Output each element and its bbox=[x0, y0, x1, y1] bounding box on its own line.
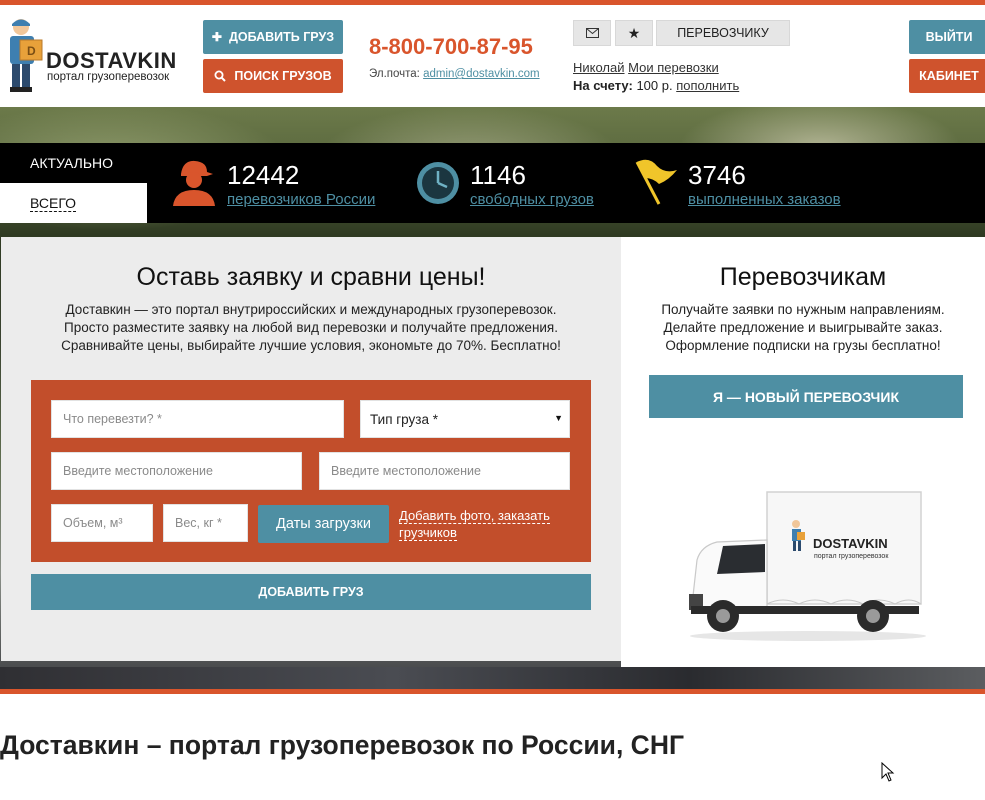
balance-value: 100 р. bbox=[636, 78, 673, 93]
carriers-title: Перевозчикам bbox=[719, 263, 887, 291]
carriers-link[interactable]: перевозчиков России bbox=[227, 191, 375, 208]
email-label: Эл.почта: bbox=[369, 68, 420, 80]
site-logo[interactable]: D DOSTAVKIN портал грузоперевозок bbox=[2, 14, 182, 96]
truck-tagline: портал грузоперевозок bbox=[814, 553, 889, 560]
carriers-desc-line-2: Делайте предложение и выигрывайте заказ. bbox=[663, 320, 943, 335]
top-up-link[interactable]: пополнить bbox=[676, 78, 739, 93]
favorites-button[interactable]: ★ bbox=[615, 20, 653, 46]
volume-input[interactable]: Объем, м³ bbox=[51, 504, 153, 542]
driver-icon bbox=[173, 160, 215, 206]
truck-brand: DOSTAVKIN bbox=[813, 536, 888, 551]
free-cargo-count: 1146 bbox=[470, 160, 526, 190]
carriers-desc-line-1: Получайте заявки по нужным направлениям. bbox=[661, 302, 945, 317]
caret-down-icon: ▼ bbox=[554, 413, 563, 423]
request-desc-line-1: Доставкин — это портал внутрироссийских … bbox=[65, 302, 557, 317]
hero-bottom-accent bbox=[0, 689, 985, 694]
road-photo-strip bbox=[0, 667, 985, 690]
submit-cargo-button[interactable]: ДОБАВИТЬ ГРУЗ bbox=[31, 574, 591, 610]
tab-all[interactable]: ВСЕГО bbox=[0, 183, 147, 223]
cargo-type-value: Тип груза * bbox=[370, 411, 438, 427]
cabinet-label: КАБИНЕТ bbox=[919, 69, 979, 83]
add-cargo-label: ДОБАВИТЬ ГРУЗ bbox=[228, 30, 335, 44]
carriers-count: 12442 bbox=[227, 160, 300, 190]
logout-label: ВЫЙТИ bbox=[925, 30, 973, 44]
tab-current[interactable]: АКТУАЛЬНО bbox=[0, 143, 147, 183]
email-link[interactable]: admin@dostavkin.com bbox=[423, 68, 540, 80]
completed-orders-link[interactable]: выполненных заказов bbox=[688, 191, 841, 208]
request-desc-line-3: Сравнивайте цены, выбирайте лучшие услов… bbox=[61, 338, 561, 353]
flag-icon bbox=[635, 159, 677, 205]
mover-with-box-icon: D bbox=[10, 19, 43, 92]
truck-illustration: DOSTAVKIN портал грузоперевозок bbox=[689, 491, 926, 641]
clock-icon bbox=[417, 162, 459, 204]
loading-dates-button[interactable]: Даты загрузки bbox=[258, 505, 389, 543]
user-name-link[interactable]: Николай bbox=[573, 60, 625, 75]
logo-tagline: портал грузоперевозок bbox=[47, 71, 170, 83]
search-icon bbox=[214, 70, 227, 82]
completed-orders-count: 3746 bbox=[688, 160, 746, 190]
add-cargo-button[interactable]: ✚ ДОБАВИТЬ ГРУЗ bbox=[203, 20, 343, 54]
star-icon: ★ bbox=[627, 24, 641, 41]
what-to-transport-input[interactable]: Что перевезти? * bbox=[51, 400, 344, 438]
mouse-cursor-icon bbox=[881, 762, 895, 782]
add-photo-label: Добавить фото, заказать грузчиков bbox=[399, 508, 550, 541]
user-line: Николай Мои перевозки bbox=[573, 60, 719, 75]
free-cargo-link[interactable]: свободных грузов bbox=[470, 191, 594, 208]
request-desc-line-2: Просто разместите заявку на любой вид пе… bbox=[64, 320, 558, 335]
to-location-input[interactable]: Введите местоположение bbox=[319, 452, 570, 490]
carrier-menu-button[interactable]: ПЕРЕВОЗЧИКУ bbox=[656, 20, 790, 46]
balance-line: На счету: 100 р. пополнить bbox=[573, 78, 739, 93]
envelope-icon bbox=[585, 28, 599, 38]
add-photo-link[interactable]: Добавить фото, заказать грузчиков bbox=[399, 507, 579, 541]
tab-all-label: ВСЕГО bbox=[30, 194, 77, 212]
messages-button[interactable] bbox=[573, 20, 611, 46]
plus-icon: ✚ bbox=[211, 30, 222, 44]
request-title: Оставь заявку и сравни цены! bbox=[136, 263, 486, 291]
from-location-input[interactable]: Введите местоположение bbox=[51, 452, 302, 490]
my-transports-link[interactable]: Мои перевозки bbox=[628, 60, 719, 75]
balance-label: На счету: bbox=[573, 78, 633, 93]
tab-current-label: АКТУАЛЬНО bbox=[30, 155, 114, 171]
page-heading: Доставкин – портал грузоперевозок по Рос… bbox=[0, 730, 684, 760]
carrier-menu-label: ПЕРЕВОЗЧИКУ bbox=[677, 26, 769, 40]
logout-button[interactable]: ВЫЙТИ bbox=[909, 20, 985, 54]
search-cargo-button[interactable]: ПОИСК ГРУЗОВ bbox=[203, 59, 343, 93]
carriers-desc-line-3: Оформление подписки на грузы бесплатно! bbox=[665, 338, 941, 353]
phone-number[interactable]: 8-800-700-87-95 bbox=[369, 34, 533, 60]
top-accent-line bbox=[0, 0, 985, 5]
weight-input[interactable]: Вес, кг * bbox=[163, 504, 248, 542]
cargo-type-select[interactable]: Тип груза * ▼ bbox=[360, 400, 570, 438]
svg-text:D: D bbox=[27, 44, 36, 58]
search-cargo-label: ПОИСК ГРУЗОВ bbox=[234, 69, 332, 83]
cabinet-button[interactable]: КАБИНЕТ bbox=[909, 59, 985, 93]
new-carrier-button[interactable]: Я — НОВЫЙ ПЕРЕВОЗЧИК bbox=[649, 375, 963, 418]
email-row: Эл.почта: admin@dostavkin.com bbox=[369, 68, 540, 80]
